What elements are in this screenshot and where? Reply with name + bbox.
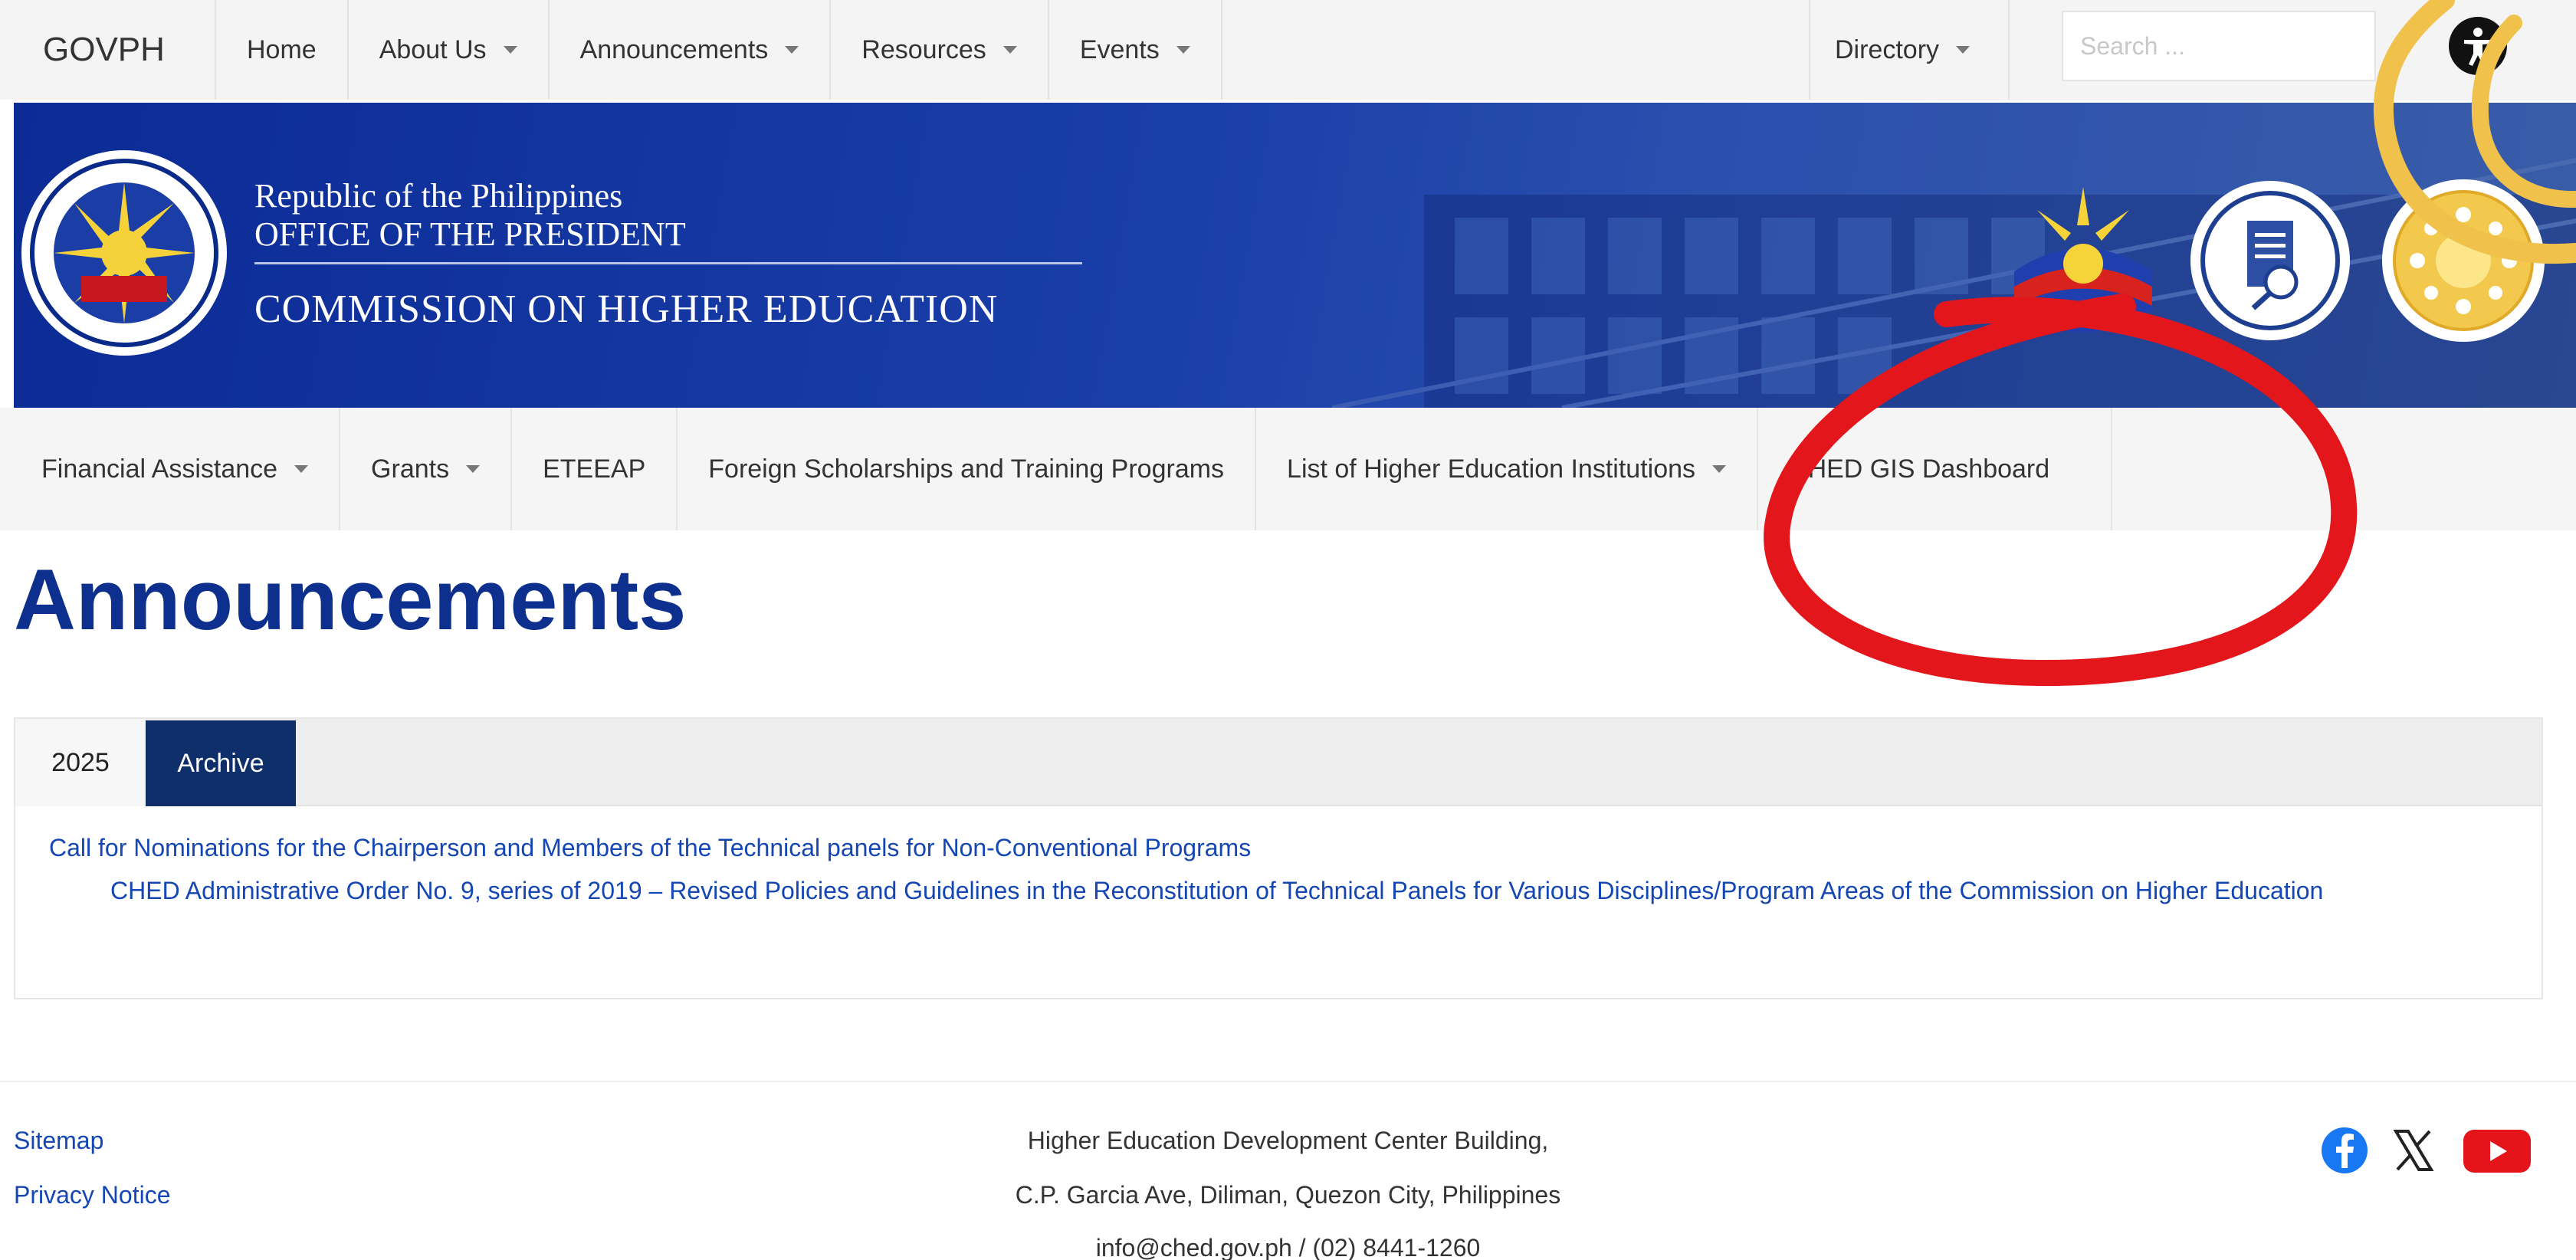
top-nav: Home About Us Announcements Resources Ev… bbox=[215, 0, 1222, 100]
announcements-panel: 2025 Archive Call for Nominations for th… bbox=[14, 717, 2543, 999]
main-nav: Financial Assistance Grants ETEEAP Forei… bbox=[0, 408, 2576, 530]
top-nav-about-us[interactable]: About Us bbox=[349, 0, 550, 100]
chevron-down-icon bbox=[1712, 465, 1727, 473]
chevron-down-icon bbox=[294, 465, 309, 473]
x-icon[interactable] bbox=[2388, 1124, 2439, 1177]
gov-topbar: GOVPH Home About Us Announcements Resour… bbox=[0, 0, 2576, 100]
philippine-seal-logo bbox=[2382, 179, 2545, 342]
top-nav-events[interactable]: Events bbox=[1049, 0, 1222, 100]
nav-grants[interactable]: Grants bbox=[340, 408, 513, 530]
footer-contact-line: info@ched.gov.ph / (02) 8441-1260 bbox=[1095, 1234, 1481, 1260]
footer-address-line: C.P. Garcia Ave, Diliman, Quezon City, P… bbox=[1015, 1181, 1561, 1209]
tab-2025[interactable]: 2025 bbox=[15, 719, 146, 806]
chevron-down-icon bbox=[1176, 46, 1190, 54]
announcement-link[interactable]: CHED Administrative Order No. 9, series … bbox=[49, 869, 2517, 912]
tab-archive[interactable]: Archive bbox=[146, 720, 296, 806]
nav-eteeap[interactable]: ETEEAP bbox=[512, 408, 678, 530]
top-nav-announcements[interactable]: Announcements bbox=[550, 0, 832, 100]
chevron-down-icon bbox=[466, 465, 481, 473]
nav-foreign-scholarships[interactable]: Foreign Scholarships and Training Progra… bbox=[678, 408, 1257, 530]
footer-address-line: Higher Education Development Center Buil… bbox=[1027, 1127, 1549, 1154]
nav-list-of-heis[interactable]: List of Higher Education Institutions bbox=[1256, 408, 1759, 530]
top-nav-home[interactable]: Home bbox=[215, 0, 349, 100]
youtube-icon[interactable] bbox=[2462, 1124, 2532, 1177]
footer-divider bbox=[0, 1081, 2576, 1082]
banner-republic-text: Republic of the Philippines bbox=[254, 177, 623, 215]
ched-seal-logo bbox=[21, 150, 227, 356]
top-nav-resources[interactable]: Resources bbox=[831, 0, 1049, 100]
banner-office-text: OFFICE OF THE PRESIDENT bbox=[254, 215, 686, 253]
chevron-down-icon bbox=[1003, 46, 1017, 54]
chevron-down-icon bbox=[503, 46, 517, 54]
announcement-list: Call for Nominations for the Chairperson… bbox=[49, 826, 2517, 912]
banner-divider bbox=[254, 262, 1082, 264]
banner-agency-name: COMMISSION ON HIGHER EDUCATION bbox=[254, 287, 999, 331]
accessibility-button[interactable] bbox=[2449, 17, 2507, 75]
header-banner: Republic of the Philippines OFFICE OF TH… bbox=[14, 103, 2576, 408]
directory-dropdown[interactable]: Directory bbox=[1809, 0, 2010, 100]
bagong-pilipinas-logo bbox=[2014, 187, 2152, 333]
govph-brand-link[interactable]: GOVPH bbox=[0, 31, 215, 69]
chevron-down-icon bbox=[1956, 46, 1971, 54]
nav-financial-assistance[interactable]: Financial Assistance bbox=[0, 408, 341, 530]
facebook-icon[interactable] bbox=[2319, 1124, 2370, 1177]
page-title: Announcements bbox=[14, 552, 687, 648]
transparency-seal-logo bbox=[2190, 181, 2350, 340]
chevron-down-icon bbox=[785, 46, 799, 54]
accessibility-icon bbox=[2464, 28, 2492, 66]
nav-ched-gis-dashboard[interactable]: CHED GIS Dashboard bbox=[1758, 408, 2113, 530]
year-tabs: 2025 Archive bbox=[15, 719, 2542, 806]
announcement-link[interactable]: Call for Nominations for the Chairperson… bbox=[49, 826, 2517, 869]
search-input[interactable] bbox=[2062, 11, 2376, 81]
